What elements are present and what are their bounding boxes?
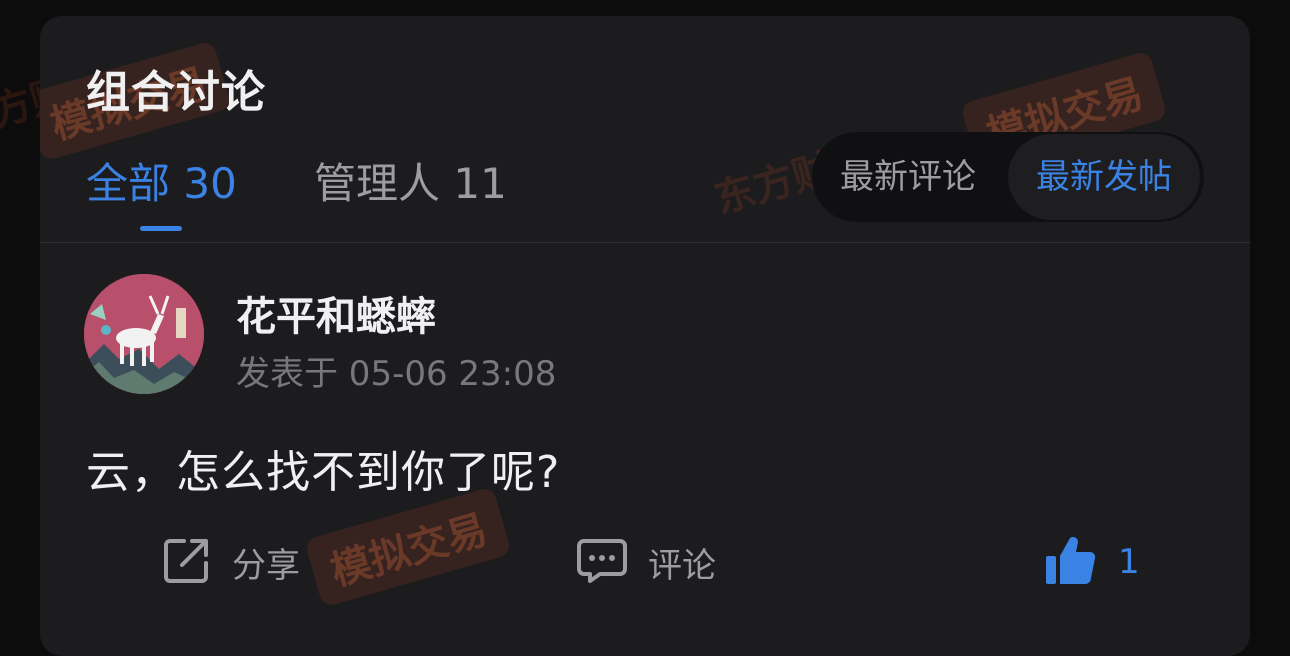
sort-latest-post[interactable]: 最新发帖: [1008, 134, 1200, 220]
section-title: 组合讨论: [86, 67, 266, 118]
comment-button[interactable]: 评论: [576, 532, 716, 592]
discussion-card: 东方财富 模拟交易 模拟交易 模拟交易 组合讨论 全部 30 管理人 11 最新…: [40, 16, 1250, 656]
thumbs-up-icon: [1044, 534, 1096, 590]
share-icon: [162, 535, 212, 589]
sort-toggle: 最新评论 最新发帖: [812, 132, 1204, 222]
divider: [40, 242, 1250, 243]
sort-latest-comment[interactable]: 最新评论: [840, 132, 976, 222]
post-author[interactable]: 花平和蟋蟀: [236, 284, 436, 342]
share-label: 分享: [232, 545, 300, 586]
comment-label: 评论: [648, 545, 716, 586]
like-button[interactable]: 1: [1044, 532, 1140, 592]
comment-icon: [576, 535, 628, 589]
avatar[interactable]: [84, 274, 204, 394]
tab-managers[interactable]: 管理人 11: [314, 150, 507, 211]
post-content: 云，怎么找不到你了呢?: [86, 447, 561, 498]
post-timestamp: 发表于 05-06 23:08: [236, 354, 557, 394]
tab-all[interactable]: 全部 30: [86, 150, 237, 211]
active-tab-indicator: [140, 226, 182, 231]
share-button[interactable]: 分享: [162, 532, 300, 592]
watermark-tag: 模拟交易: [304, 486, 512, 608]
like-count: 1: [1118, 542, 1140, 582]
